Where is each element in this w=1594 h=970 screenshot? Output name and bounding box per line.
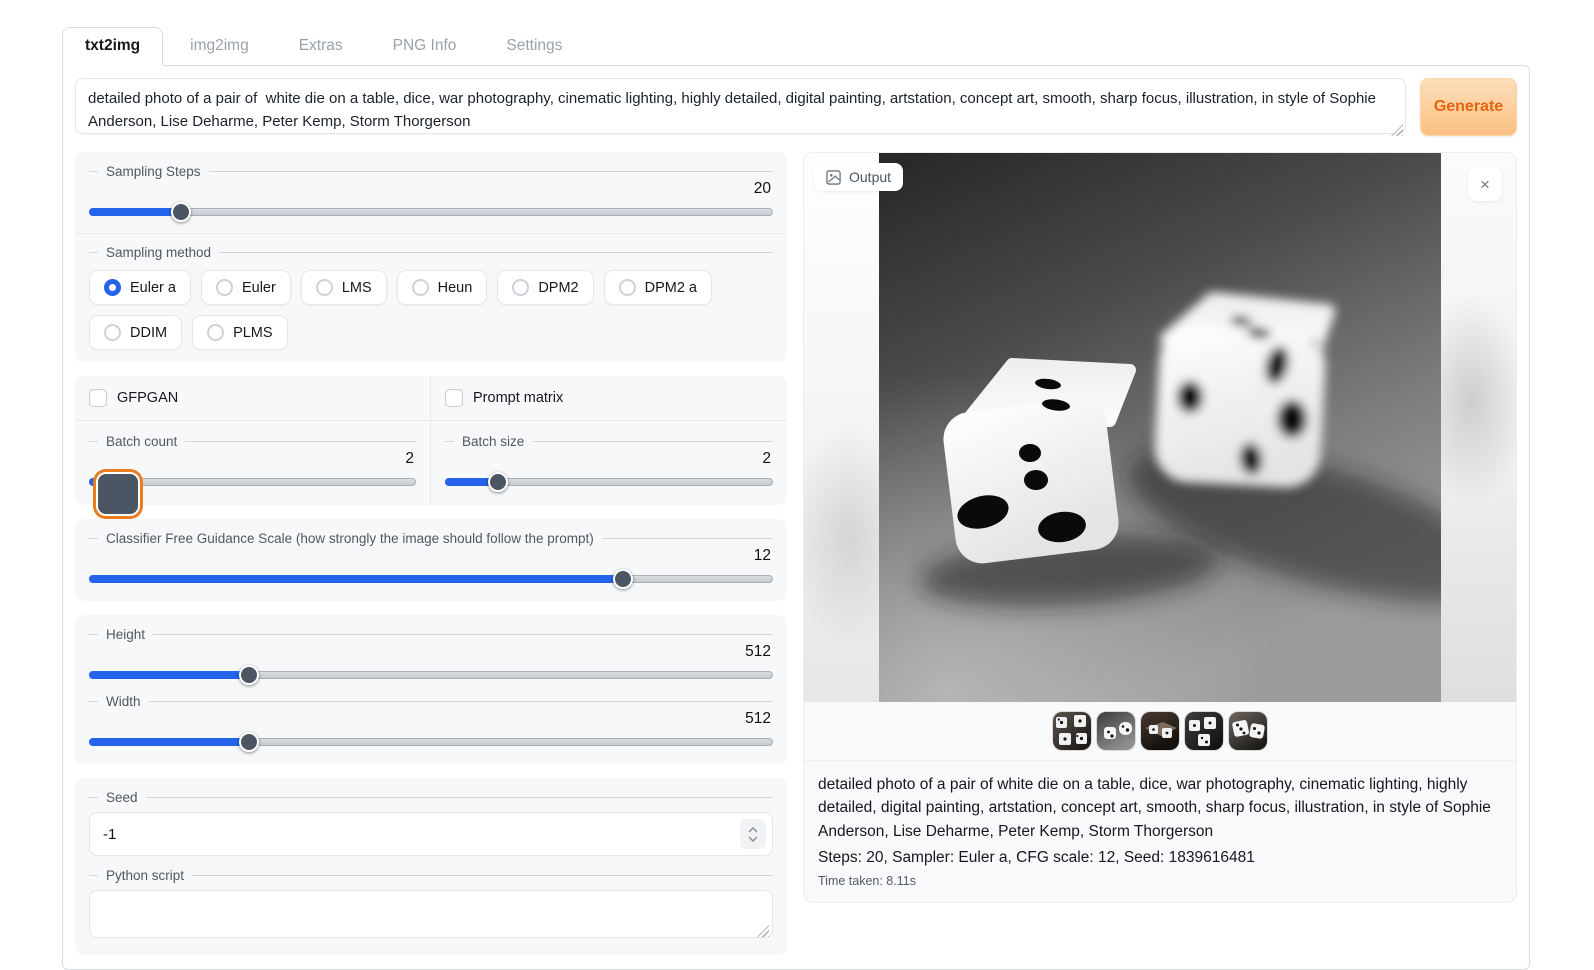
width-slider[interactable] — [89, 732, 773, 752]
seed-script-group: Seed Python script — [75, 778, 787, 955]
sampler-option-heun[interactable]: Heun — [397, 270, 488, 305]
gallery-thumbnail[interactable] — [1097, 712, 1135, 750]
gallery-thumbnail[interactable] — [1229, 712, 1267, 750]
close-output-button[interactable]: × — [1468, 167, 1502, 201]
width-label: Width — [89, 694, 773, 709]
spinner-down-icon[interactable] — [748, 836, 758, 842]
dice-thumbnail-image — [1185, 712, 1223, 750]
seed-label: Seed — [89, 790, 773, 805]
output-gallery — [804, 702, 1516, 760]
tab-img2img[interactable]: img2img — [167, 27, 272, 65]
dice-thumbnail-image — [1141, 712, 1179, 750]
cfg-scale-value: 12 — [89, 547, 771, 565]
dice-thumbnail-image — [1229, 712, 1267, 750]
checkbox-icon — [445, 389, 463, 407]
sampling-group: Sampling Steps 20 Sampling method Euler … — [75, 152, 787, 362]
radio-icon — [512, 279, 529, 296]
output-preview: Output × — [804, 153, 1516, 702]
cfg-scale-label: Classifier Free Guidance Scale (how stro… — [89, 531, 773, 546]
app-root: txt2img img2img Extras PNG Info Settings… — [0, 0, 1594, 970]
gallery-thumbnail[interactable] — [1141, 712, 1179, 750]
cfg-group: Classifier Free Guidance Scale (how stro… — [75, 519, 787, 601]
toggles-batch-group: GFPGAN Prompt matrix Batch count 2 — [75, 376, 787, 505]
sampling-steps-slider[interactable] — [89, 202, 773, 222]
sampler-option-euler-a[interactable]: Euler a — [89, 270, 191, 305]
python-script-label: Python script — [89, 868, 773, 883]
sampler-option-plms[interactable]: PLMS — [192, 315, 288, 350]
slider-thumb[interactable] — [239, 732, 259, 752]
radio-icon — [104, 324, 121, 341]
batch-size-label: Batch size — [445, 434, 773, 449]
slider-thumb[interactable] — [488, 472, 508, 492]
sampler-option-euler[interactable]: Euler — [201, 270, 291, 305]
image-icon — [826, 170, 841, 185]
height-slider[interactable] — [89, 665, 773, 685]
slider-thumb[interactable] — [171, 202, 191, 222]
seed-stepper[interactable] — [740, 819, 766, 849]
tab-extras[interactable]: Extras — [276, 27, 366, 65]
tab-txt2img[interactable]: txt2img — [62, 27, 163, 66]
slider-thumb[interactable] — [96, 472, 140, 516]
sampling-steps-label: Sampling Steps — [89, 164, 773, 179]
output-panel: Output × — [803, 152, 1517, 903]
gfpgan-checkbox[interactable]: GFPGAN — [89, 389, 416, 407]
generate-button[interactable]: Generate — [1420, 78, 1517, 136]
output-caption: detailed photo of a pair of white die on… — [818, 773, 1502, 843]
batch-size-value: 2 — [445, 450, 771, 468]
preview-blur-right — [1441, 153, 1516, 702]
tab-png-info[interactable]: PNG Info — [370, 27, 480, 65]
radio-icon — [619, 279, 636, 296]
height-label: Height — [89, 627, 773, 642]
radio-icon — [207, 324, 224, 341]
python-script-input[interactable] — [89, 890, 773, 938]
output-params: Steps: 20, Sampler: Euler a, CFG scale: … — [818, 846, 1502, 869]
output-label: Output — [814, 163, 903, 191]
batch-size-slider[interactable] — [445, 472, 773, 492]
main-frame: detailed photo of a pair of white die on… — [62, 65, 1530, 970]
sampling-method-options: Euler a Euler LMS Heun DPM2 DPM2 a DDIM … — [89, 270, 773, 350]
batch-count-value: 2 — [89, 450, 414, 468]
tab-settings[interactable]: Settings — [483, 27, 585, 65]
radio-icon — [316, 279, 333, 296]
slider-thumb[interactable] — [239, 665, 259, 685]
settings-column: Sampling Steps 20 Sampling method Euler … — [75, 152, 787, 955]
dice-thumbnail-image — [1053, 712, 1091, 750]
dimensions-group: Height 512 Width 512 — [75, 615, 787, 764]
preview-blur-left — [804, 153, 879, 702]
sampler-option-lms[interactable]: LMS — [301, 270, 387, 305]
output-time-taken: Time taken: 8.11s — [818, 874, 1502, 888]
sampling-steps-value: 20 — [89, 180, 771, 198]
slider-thumb[interactable] — [613, 569, 633, 589]
radio-icon — [104, 279, 121, 296]
checkbox-icon — [89, 389, 107, 407]
tab-bar: txt2img img2img Extras PNG Info Settings — [62, 27, 1530, 65]
gallery-thumbnail[interactable] — [1053, 712, 1091, 750]
height-value: 512 — [89, 643, 771, 661]
dice-thumbnail-image — [1097, 712, 1135, 750]
radio-icon — [216, 279, 233, 296]
radio-icon — [412, 279, 429, 296]
prompt-matrix-checkbox[interactable]: Prompt matrix — [445, 389, 773, 407]
cfg-scale-slider[interactable] — [89, 569, 773, 589]
seed-input[interactable] — [89, 812, 773, 856]
batch-count-slider[interactable] — [89, 472, 416, 492]
sampling-method-label: Sampling method — [89, 245, 773, 260]
prompt-row: detailed photo of a pair of white die on… — [75, 78, 1517, 139]
gallery-thumbnail[interactable] — [1185, 712, 1223, 750]
output-caption-area: detailed photo of a pair of white die on… — [804, 760, 1516, 902]
spinner-up-icon[interactable] — [748, 827, 758, 833]
output-image[interactable] — [879, 153, 1441, 702]
width-value: 512 — [89, 710, 771, 728]
prompt-input[interactable]: detailed photo of a pair of white die on… — [75, 78, 1406, 134]
sampler-option-dpm2-a[interactable]: DPM2 a — [604, 270, 712, 305]
sampler-option-dpm2[interactable]: DPM2 — [497, 270, 593, 305]
batch-count-label: Batch count — [89, 434, 416, 449]
sampler-option-ddim[interactable]: DDIM — [89, 315, 182, 350]
